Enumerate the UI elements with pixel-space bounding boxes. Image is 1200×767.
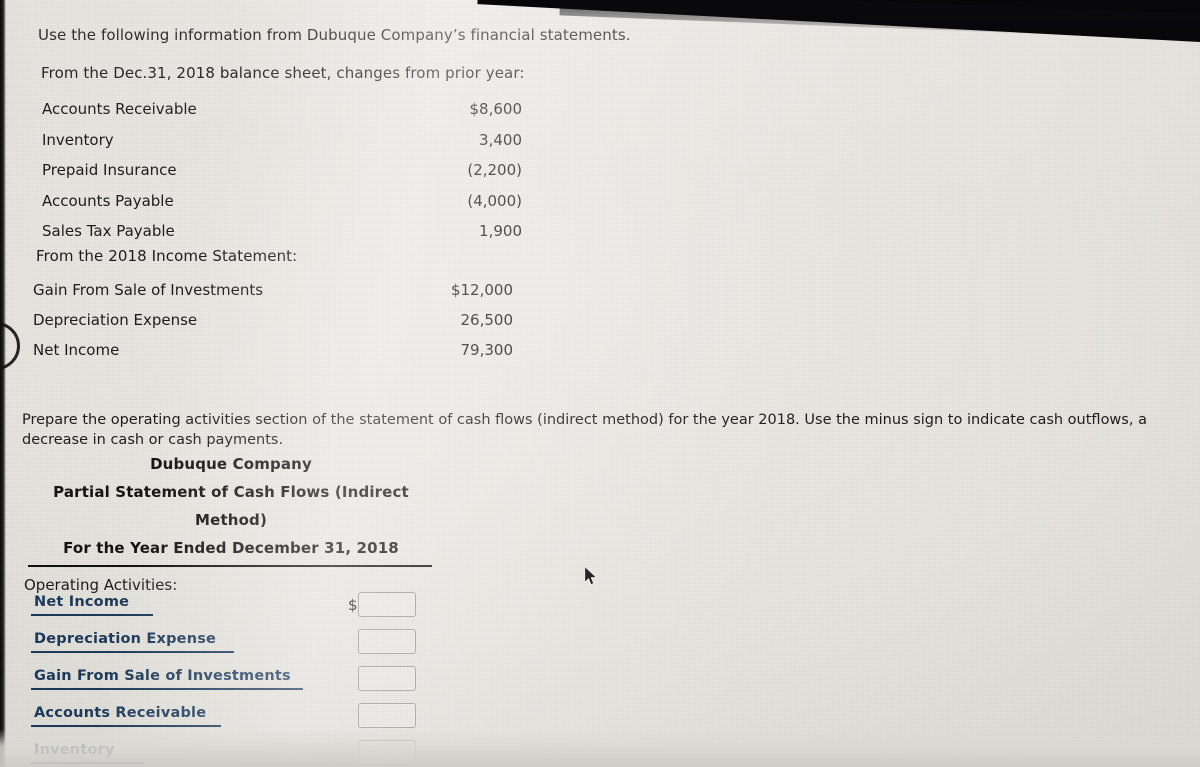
worksheet-row-underline: [31, 688, 303, 690]
income-statement-label: Gain From Sale of Investments: [33, 281, 264, 299]
instructions-paragraph: Prepare the operating activities section…: [22, 412, 1147, 448]
worksheet-row: Inventory: [0, 740, 470, 767]
balance-sheet-value: 3,400: [479, 130, 522, 149]
worksheet-company-name: Dubuque Company: [150, 455, 312, 473]
mouse-cursor-icon: [584, 566, 598, 586]
cash-flow-worksheet: Dubuque Company Partial Statement of Cas…: [0, 450, 470, 767]
balance-sheet-label: Accounts Receivable: [42, 100, 197, 118]
balance-sheet-label: Inventory: [42, 130, 114, 149]
balance-sheet-label: Accounts Payable: [42, 191, 174, 210]
worksheet-row: Net Income $: [0, 592, 470, 631]
income-statement-label: Depreciation Expense: [33, 311, 198, 330]
balance-sheet-label: Prepaid Insurance: [42, 161, 177, 180]
worksheet-amount-input-5[interactable]: [358, 740, 416, 765]
worksheet-row-underline: [31, 651, 234, 653]
currency-symbol: $: [348, 596, 358, 614]
worksheet-row-underline: [31, 725, 221, 727]
balance-sheet-value: (2,200): [467, 161, 522, 180]
intro-line-1: Use the following information from Dubuq…: [38, 26, 631, 44]
worksheet-row-label[interactable]: Accounts Receivable: [34, 705, 206, 721]
income-statement-value: 26,500: [460, 311, 514, 330]
balance-sheet-value: (4,000): [467, 191, 522, 210]
intro-line-3: From the 2018 Income Statement:: [36, 247, 298, 265]
worksheet-row-underline: [31, 762, 144, 764]
worksheet-rows: Net Income $ Depreciation Expense Gain From…: [0, 592, 470, 767]
income-statement-value: 79,300: [460, 341, 514, 360]
intro-line-2: From the Dec.31, 2018 balance sheet, cha…: [41, 64, 525, 82]
worksheet-row-label[interactable]: Net Income: [34, 594, 129, 610]
balance-sheet-label: Sales Tax Payable: [42, 222, 175, 241]
worksheet-row-underline: [31, 614, 153, 616]
document-content: Use the following information from Dubuq…: [0, 0, 1200, 767]
worksheet-header-rule: [28, 565, 432, 567]
worksheet-amount-input-1[interactable]: [358, 592, 416, 617]
balance-sheet-value: $8,600: [469, 100, 523, 118]
worksheet-amount-input-4[interactable]: [358, 703, 416, 728]
worksheet-period: For the Year Ended December 31, 2018: [63, 539, 399, 557]
worksheet-amount-input-2[interactable]: [358, 629, 416, 654]
worksheet-row: Gain From Sale of Investments: [0, 666, 470, 705]
worksheet-row-label[interactable]: Inventory: [34, 742, 115, 758]
worksheet-row: Accounts Receivable: [0, 703, 470, 742]
worksheet-amount-input-3[interactable]: [358, 666, 416, 691]
photographed-screen: Use the following information from Dubuq…: [0, 0, 1200, 767]
worksheet-row-label[interactable]: Gain From Sale of Investments: [34, 668, 291, 684]
worksheet-row-label[interactable]: Depreciation Expense: [34, 631, 216, 647]
income-statement-label: Net Income: [33, 341, 120, 360]
worksheet-row: Depreciation Expense: [0, 629, 470, 668]
balance-sheet-value: 1,900: [479, 222, 522, 241]
worksheet-statement-name: Partial Statement of Cash Flows (Indirec…: [53, 483, 409, 529]
income-statement-value: $12,000: [450, 281, 513, 299]
